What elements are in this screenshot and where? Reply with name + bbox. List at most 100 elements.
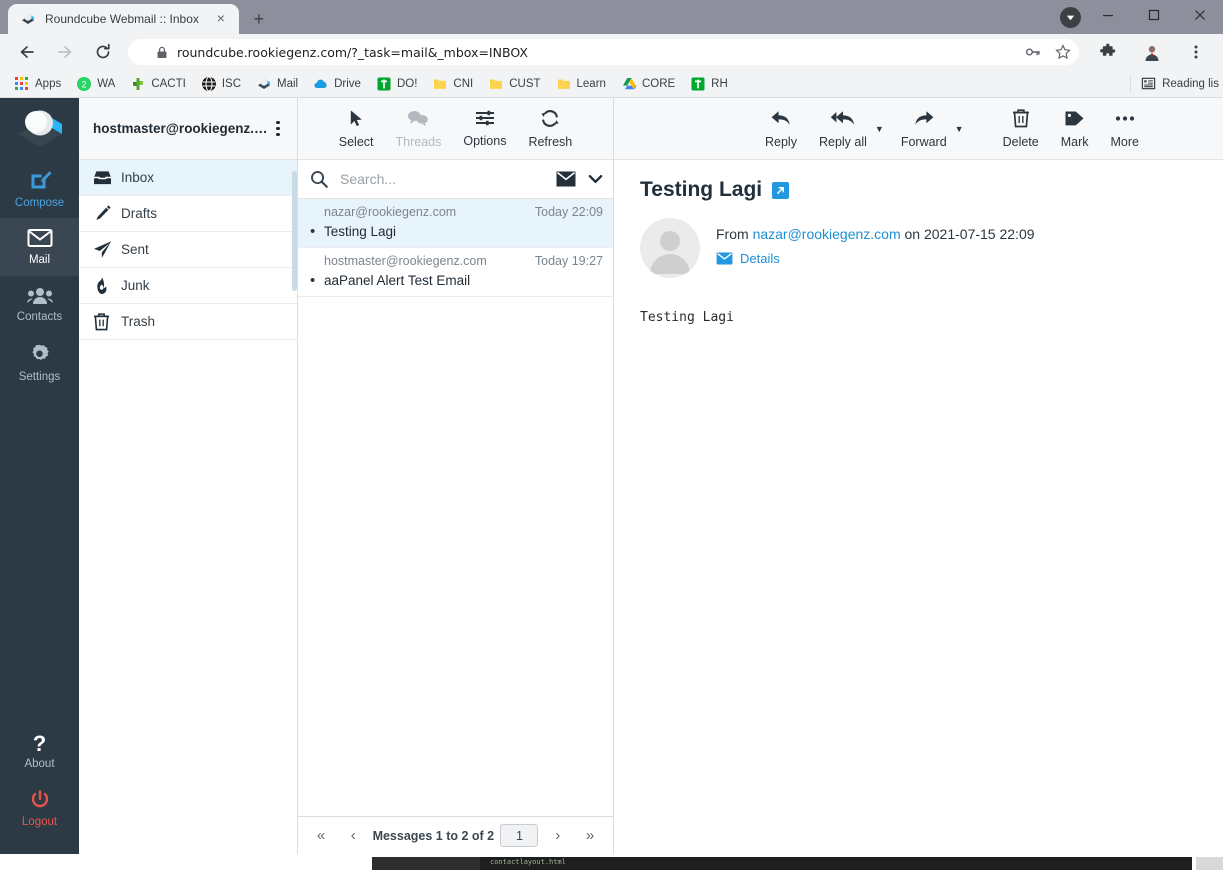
back-button[interactable] [12, 37, 42, 67]
folder-item-sent[interactable]: Sent [79, 232, 297, 268]
next-page-button[interactable]: › [545, 827, 571, 844]
editor-code-line: contactlayout.html [490, 858, 566, 866]
chevron-down-icon[interactable]: ▼ [875, 124, 884, 134]
forward-button[interactable]: Forward [890, 102, 958, 156]
kebab-menu-icon[interactable] [269, 120, 287, 137]
external-link-icon[interactable] [772, 181, 790, 199]
on-prefix: on [904, 226, 921, 242]
folder-list-scrollbar[interactable] [292, 171, 297, 291]
key-icon[interactable] [1025, 44, 1041, 60]
delete-button[interactable]: Delete [992, 102, 1050, 156]
bookmark-do[interactable]: DO! [370, 74, 423, 94]
pagination-bar: « ‹ Messages 1 to 2 of 2 › » [298, 816, 613, 854]
avatar-icon[interactable] [1137, 37, 1167, 67]
mark-button[interactable]: Mark [1050, 102, 1100, 156]
page-number-input[interactable] [500, 824, 539, 847]
url-text: roundcube.rookiegenz.com/?_task=mail&_mb… [177, 44, 528, 60]
browser-tab[interactable]: Roundcube Webmail :: Inbox × [8, 4, 239, 34]
folder-item-trash[interactable]: Trash [79, 304, 297, 340]
task-compose[interactable]: Compose [0, 160, 79, 218]
address-bar[interactable]: roundcube.rookiegenz.com/?_task=mail&_mb… [128, 39, 1079, 65]
browser-navigation-bar: roundcube.rookiegenz.com/?_task=mail&_mb… [0, 34, 1223, 70]
bookmark-apps[interactable]: Apps [8, 74, 67, 94]
chevron-down-icon[interactable]: ▼ [955, 124, 964, 134]
folder-item-inbox[interactable]: Inbox [79, 160, 297, 196]
bookmark-rh[interactable]: RH [684, 74, 734, 94]
message-row[interactable]: nazar@rookiegenz.com Today 22:09 • Testi… [298, 199, 613, 248]
details-toggle[interactable]: Details [716, 251, 1035, 266]
bookmark-cni[interactable]: CNI [426, 74, 479, 94]
star-icon[interactable] [1055, 44, 1071, 60]
reply-button[interactable]: Reply [754, 102, 808, 156]
task-label: Settings [18, 370, 61, 383]
sender-meta: From nazar@rookiegenz.com on 2021-07-15 … [700, 218, 1035, 278]
reply-all-button[interactable]: Reply all [808, 102, 878, 156]
gear-icon [28, 343, 51, 369]
folder-icon [488, 76, 504, 92]
editor-tab[interactable] [372, 857, 480, 870]
reading-list-button[interactable]: Reading lis [1130, 74, 1219, 93]
pagination-status: Messages 1 to 2 of 2 [372, 828, 495, 843]
bookmark-label: RH [711, 77, 728, 90]
bookmark-cust[interactable]: CUST [482, 74, 546, 94]
task-mail[interactable]: Mail [0, 218, 79, 276]
maximize-button[interactable] [1131, 0, 1177, 30]
minimize-button[interactable] [1085, 0, 1131, 30]
message-row[interactable]: hostmaster@rookiegenz.com Today 19:27 • … [298, 248, 613, 297]
tab-strip: Roundcube Webmail :: Inbox × + [0, 4, 273, 34]
folder-icon [432, 76, 448, 92]
task-logout[interactable]: Logout [0, 780, 79, 838]
search-input[interactable] [340, 171, 556, 187]
task-label: Contacts [16, 311, 63, 324]
background-window-strip: contactlayout.html [0, 854, 1223, 870]
options-button[interactable]: Options [452, 102, 517, 156]
inbox-icon [93, 169, 121, 186]
close-icon[interactable]: × [213, 11, 229, 27]
fire-icon [93, 276, 121, 295]
message-datetime: 2021-07-15 22:09 [923, 226, 1035, 242]
forward-button[interactable] [50, 37, 80, 67]
folder-item-drafts[interactable]: Drafts [79, 196, 297, 232]
task-about[interactable]: ? About [0, 722, 79, 780]
threads-button[interactable]: Threads [385, 102, 453, 156]
message-sender: nazar@rookiegenz.com [324, 205, 457, 219]
kebab-menu-icon[interactable] [1181, 37, 1211, 67]
bookmark-cacti[interactable]: CACTI [124, 74, 192, 94]
svg-text:2: 2 [82, 79, 87, 89]
task-settings[interactable]: Settings [0, 334, 79, 392]
toolbar-label: Threads [395, 134, 442, 149]
prev-page-button[interactable]: ‹ [340, 827, 366, 844]
message-content: Testing Lagi From nazar@rookiegenz.com o… [614, 160, 1223, 854]
puzzle-icon[interactable] [1093, 37, 1123, 67]
download-bubble-icon[interactable] [1060, 7, 1081, 28]
new-tab-button[interactable]: + [245, 5, 273, 33]
bookmark-learn[interactable]: Learn [550, 74, 612, 94]
reload-button[interactable] [88, 37, 118, 67]
select-button[interactable]: Select [328, 102, 385, 156]
task-label: About [24, 757, 55, 770]
more-button[interactable]: More [1100, 102, 1150, 156]
first-page-button[interactable]: « [308, 827, 334, 844]
last-page-button[interactable]: » [577, 827, 603, 844]
browser-tab-strip-bar: Roundcube Webmail :: Inbox × + [0, 0, 1223, 34]
search-scope-envelope-icon[interactable] [556, 171, 576, 187]
from-line: From nazar@rookiegenz.com on 2021-07-15 … [716, 226, 1035, 242]
message-subject-row: • Testing Lagi [310, 224, 603, 240]
close-window-button[interactable] [1177, 0, 1223, 30]
folder-item-junk[interactable]: Junk [79, 268, 297, 304]
bookmark-label: DO! [396, 77, 418, 90]
refresh-button[interactable]: Refresh [517, 102, 583, 156]
folder-label: Junk [121, 278, 150, 293]
bookmark-mail[interactable]: Mail [250, 74, 304, 94]
bookmark-drive[interactable]: Drive [307, 74, 367, 94]
chevron-down-icon[interactable] [588, 173, 603, 185]
code-editor-window[interactable]: contactlayout.html [372, 857, 1192, 870]
bookmark-wa[interactable]: 2 WA [70, 74, 121, 94]
bookmark-core[interactable]: CORE [615, 74, 681, 94]
bookmark-isc[interactable]: ISC [195, 74, 247, 94]
task-contacts[interactable]: Contacts [0, 276, 79, 334]
sender-email-link[interactable]: nazar@rookiegenz.com [753, 226, 901, 242]
folder-label: Drafts [121, 206, 158, 221]
toolbar-label: Reply all [818, 134, 867, 149]
avatar [640, 218, 700, 278]
